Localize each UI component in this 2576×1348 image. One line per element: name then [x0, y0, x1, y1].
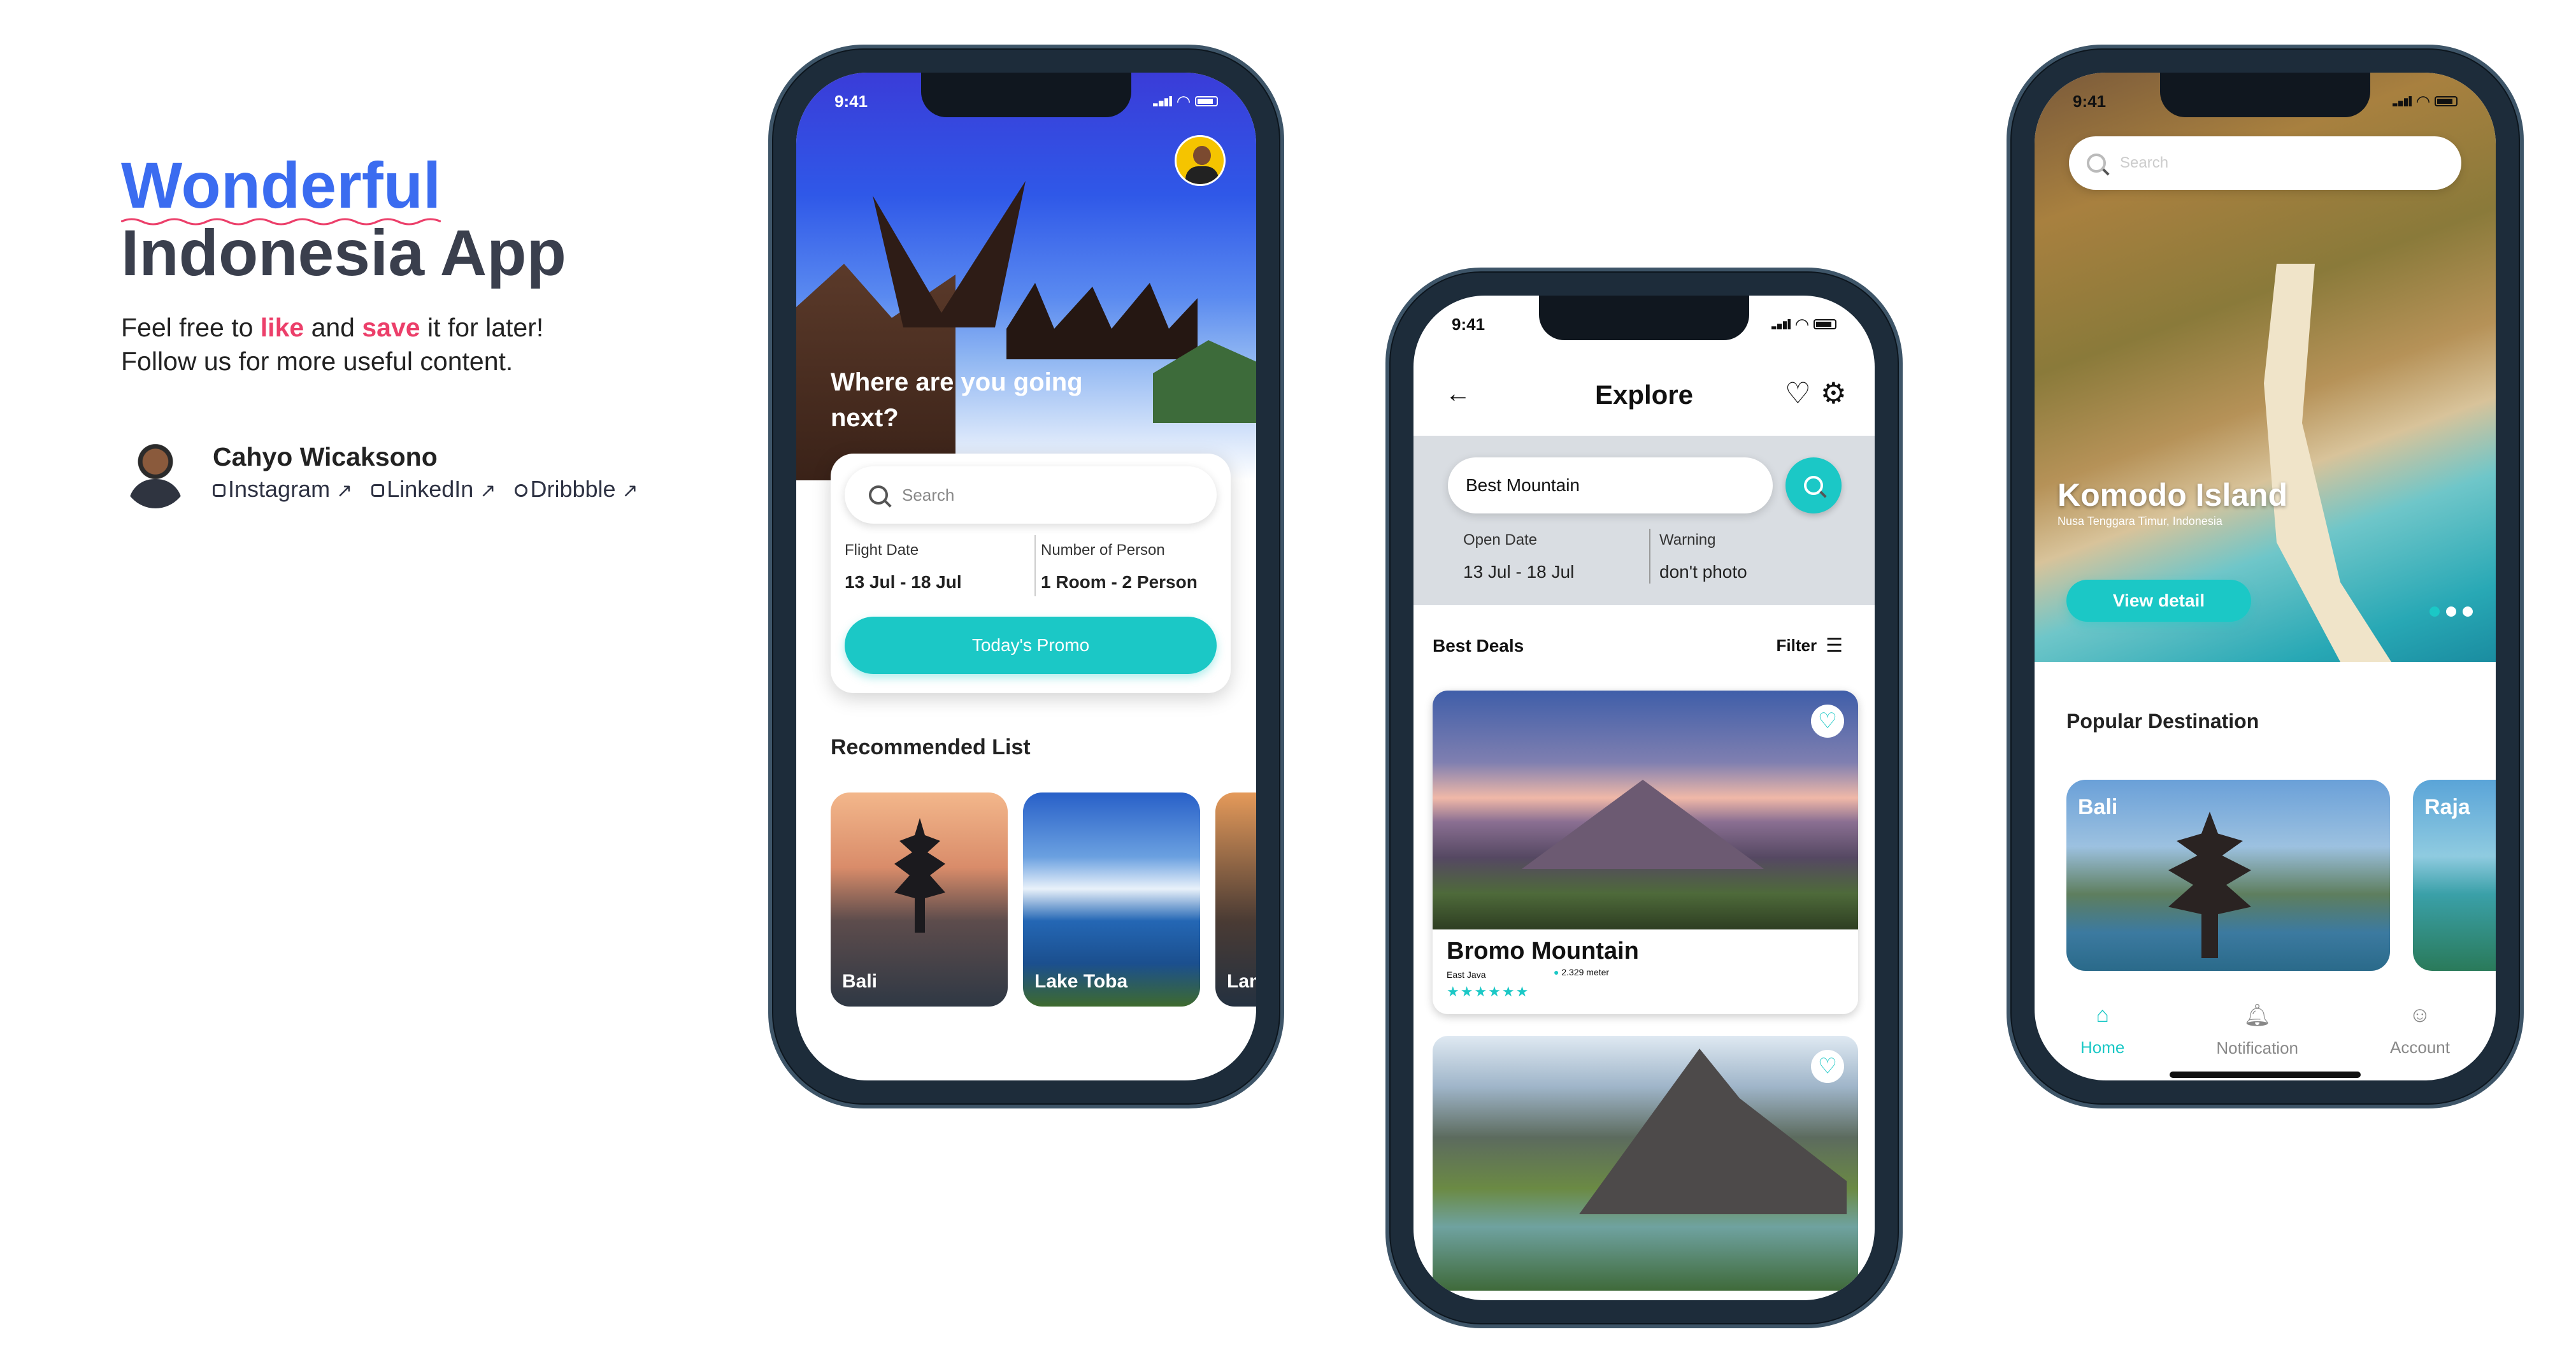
- bottom-nav: ⌂ Home 🔔︎ Notification ☺ Account: [2035, 1003, 2496, 1058]
- battery-icon: [2435, 96, 2458, 106]
- hero-subtitle: Nusa Tenggara Timur, Indonesia: [2057, 515, 2222, 527]
- popular-title: Popular Destination: [2066, 710, 2259, 733]
- external-arrow-icon: ↗: [622, 480, 638, 501]
- dribbble-icon: [515, 484, 528, 498]
- phone-screen: 9:41 ◠ Where are you going next? Search …: [796, 73, 1256, 1080]
- phone-destination: 9:41 ◠ Search Komodo Island Nusa Tenggar…: [2007, 45, 2524, 1108]
- phone-explore: 9:41 ◠ ← Explore ♡ ⚙ Best Mountain Open …: [1385, 268, 1903, 1328]
- search-input[interactable]: Search: [2069, 136, 2461, 190]
- instagram-link[interactable]: Instagram ↗: [213, 476, 352, 503]
- battery-icon: [1814, 319, 1836, 329]
- heart-icon[interactable]: ♡: [1785, 376, 1811, 410]
- wifi-icon: ◠: [2417, 91, 2429, 111]
- linkedin-link[interactable]: LinkedIn ↗: [371, 476, 496, 503]
- search-panel: Best Mountain Open Date 13 Jul - 18 Jul …: [1413, 436, 1875, 605]
- search-input[interactable]: Best Mountain: [1448, 457, 1773, 513]
- search-icon: [1804, 476, 1823, 495]
- popular-bali[interactable]: Bali: [2066, 780, 2390, 971]
- like-highlight: like: [260, 313, 304, 342]
- search-button[interactable]: [1785, 457, 1842, 513]
- profile-avatar[interactable]: [1175, 135, 1226, 186]
- author-name: Cahyo Wicaksono: [213, 442, 438, 471]
- title-indonesia-app: Indonesia App: [121, 217, 566, 289]
- battery-icon: [1195, 96, 1218, 106]
- flight-date[interactable]: Flight Date 13 Jul - 18 Jul: [845, 541, 962, 592]
- search-icon: [2087, 154, 2106, 173]
- view-detail-button[interactable]: View detail: [2066, 580, 2251, 622]
- booking-card: Search Flight Date 13 Jul - 18 Jul Numbe…: [831, 454, 1231, 693]
- phone-screen: 9:41 ◠ Search Komodo Island Nusa Tenggar…: [2035, 73, 2496, 1080]
- nav-home[interactable]: ⌂ Home: [2080, 1003, 2124, 1058]
- wifi-icon: ◠: [1796, 314, 1808, 334]
- hero-title: Komodo Island: [2057, 477, 2288, 513]
- deal-location: East Java: [1447, 970, 1486, 980]
- phone-screen: 9:41 ◠ ← Explore ♡ ⚙ Best Mountain Open …: [1413, 296, 1875, 1300]
- tile-lake-toba[interactable]: Lake Toba: [1023, 792, 1200, 1007]
- favorite-heart-icon[interactable]: ♡: [1811, 1050, 1844, 1083]
- external-arrow-icon: ↗: [336, 480, 353, 501]
- tile-bali[interactable]: Bali: [831, 792, 1008, 1007]
- home-icon: ⌂: [2096, 1003, 2109, 1027]
- signal-icon: [2393, 96, 2412, 106]
- status-bar: 9:41 ◠: [796, 73, 1256, 130]
- instagram-icon: [213, 484, 225, 498]
- nav-notification[interactable]: 🔔︎ Notification: [2216, 1003, 2298, 1058]
- headline: Where are you going next?: [831, 368, 1083, 432]
- carousel-dots[interactable]: [2429, 606, 2473, 617]
- pin-icon: ●: [1554, 967, 1559, 977]
- warning-info: Warning don't photo: [1659, 531, 1747, 582]
- favorite-heart-icon[interactable]: ♡: [1811, 705, 1844, 738]
- linkedin-icon: [371, 484, 385, 498]
- intro-block: Wonderful Indonesia App Feel free to lik…: [121, 153, 694, 378]
- status-bar: 9:41 ◠: [1413, 296, 1875, 353]
- wavy-underline: [121, 218, 441, 226]
- home-indicator: [2170, 1072, 2361, 1078]
- gear-icon[interactable]: ⚙: [1821, 376, 1847, 410]
- title-wonderful: Wonderful: [121, 153, 441, 226]
- open-date[interactable]: Open Date 13 Jul - 18 Jul: [1463, 531, 1574, 582]
- author-avatar: [122, 440, 189, 508]
- author-block: Cahyo Wicaksono Instagram ↗ LinkedIn ↗ Dri…: [122, 440, 638, 508]
- filter-button[interactable]: Filter ☰: [1777, 635, 1843, 657]
- divider: [1649, 529, 1650, 584]
- signal-icon: [1153, 96, 1172, 106]
- deal-title: Bromo Mountain: [1447, 938, 1639, 964]
- subtitle: Feel free to like and save it for later!…: [121, 313, 544, 376]
- tile-lam[interactable]: Lam: [1215, 792, 1256, 1007]
- rating-stars: ★★★★★★: [1447, 984, 1530, 1000]
- external-arrow-icon: ↗: [480, 480, 496, 501]
- best-deals-label: Best Deals: [1433, 636, 1524, 656]
- popular-raja[interactable]: Raja: [2413, 780, 2496, 971]
- deal-height: ● 2.329 meter: [1554, 967, 1610, 977]
- divider: [1034, 535, 1036, 596]
- search-input[interactable]: Search: [845, 466, 1217, 524]
- search-icon: [869, 485, 888, 505]
- bell-icon: 🔔︎: [2243, 1003, 2272, 1028]
- person-count[interactable]: Number of Person 1 Room - 2 Person: [1041, 541, 1198, 592]
- wifi-icon: ◠: [1177, 91, 1190, 111]
- save-highlight: save: [362, 313, 420, 342]
- recommended-title: Recommended List: [831, 735, 1031, 759]
- deal-card-rinjani[interactable]: ♡: [1433, 1036, 1858, 1291]
- user-icon: ☺: [2408, 1003, 2431, 1027]
- todays-promo-button[interactable]: Today's Promo: [845, 617, 1217, 674]
- status-bar: 9:41 ◠: [2035, 73, 2496, 130]
- sort-icon: ☰: [1826, 635, 1843, 656]
- phone-home: 9:41 ◠ Where are you going next? Search …: [768, 45, 1284, 1108]
- nav-account[interactable]: ☺ Account: [2390, 1003, 2450, 1058]
- signal-icon: [1771, 319, 1791, 329]
- dribbble-link[interactable]: Dribbble ↗: [515, 476, 638, 503]
- deal-card-bromo[interactable]: ♡ Bromo Mountain East Java ● 2.329 meter…: [1433, 691, 1858, 1014]
